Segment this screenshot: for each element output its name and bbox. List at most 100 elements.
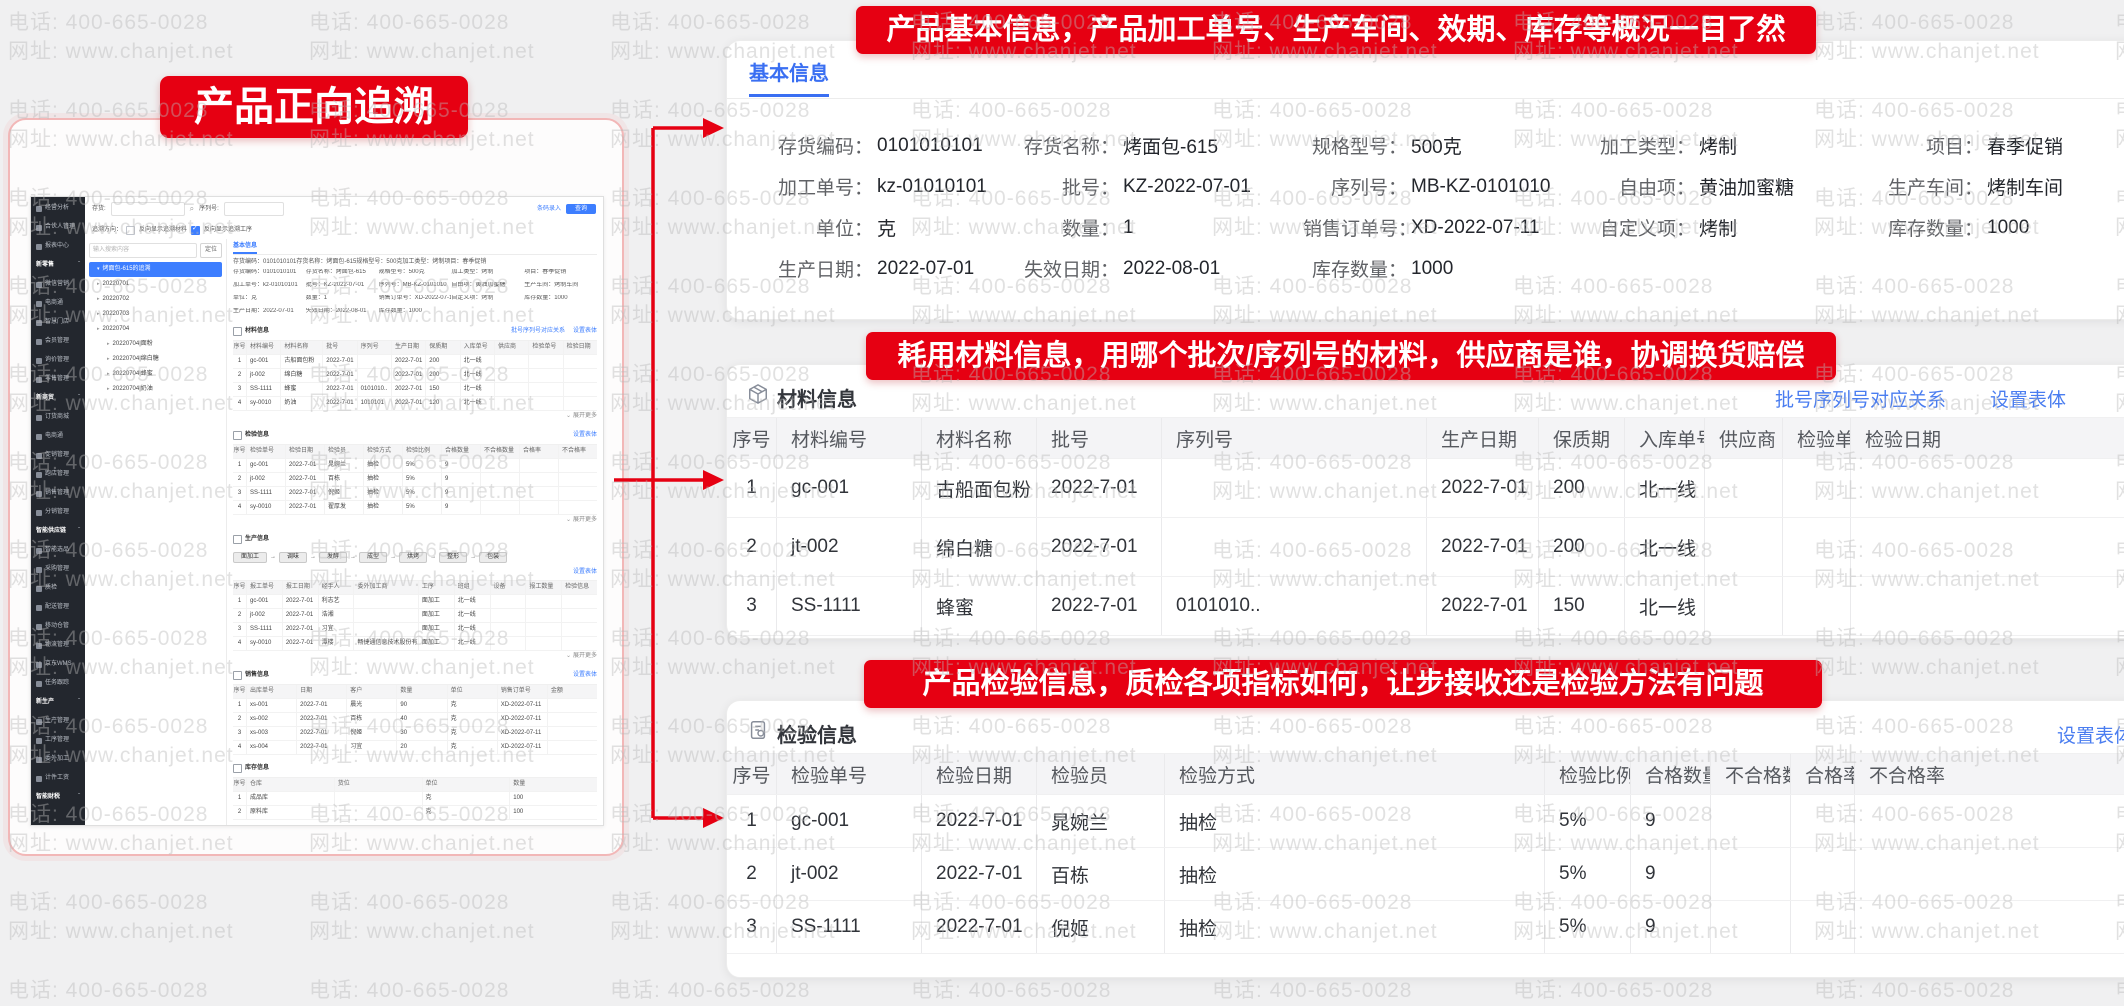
mini-sidebar-item[interactable]: 移动仓管 bbox=[31, 617, 85, 636]
mini-set-table-link[interactable]: 设置表体 bbox=[573, 328, 597, 335]
table-row[interactable]: 3 SS-1111 2022-7-01 倪姬 抽检 5% 9 bbox=[233, 486, 597, 501]
mini-expand-more-link[interactable]: 展开更多 bbox=[233, 515, 597, 526]
mini-barcode-link[interactable]: 条码录入 bbox=[537, 206, 561, 213]
mini-sidebar-item[interactable]: 计件工资 bbox=[31, 769, 85, 788]
mini-sidebar-item[interactable]: 销售管理 bbox=[31, 484, 85, 503]
mini-serial-input[interactable] bbox=[223, 202, 284, 216]
batch-serial-relation-link[interactable]: 批号序列号对应关系 bbox=[1775, 385, 1946, 412]
mini-sidebar-item[interactable]: 采购管理 bbox=[31, 560, 85, 579]
mini-tree-item[interactable]: 20220704 bbox=[89, 322, 222, 337]
mini-tree-item[interactable]: 20220704|奶油 bbox=[89, 382, 222, 397]
mini-sidebar-item[interactable]: 电商通 bbox=[31, 427, 85, 446]
table-row[interactable]: 2 jt-002 2022-7-01 浩湘 面加工 北一线 bbox=[233, 608, 597, 623]
table-row[interactable]: 2 jt-002 绵白糖 2022-7-01 2022-7-01 200 北一线 bbox=[233, 368, 597, 383]
table-row[interactable]: 3 SS-1111 2022-7-01 倪姬 抽检 5% 9 bbox=[727, 901, 2124, 954]
table-row[interactable]: 1 gc-001 古船面包粉 2022-7-01 2022-7-01 200 北… bbox=[727, 459, 2124, 518]
mini-tab-basic-info[interactable]: 基本信息 bbox=[233, 243, 258, 254]
table-row[interactable]: 2 xs-002 2022-7-01 百栋 40 克 XD-2022-07-11 bbox=[233, 712, 597, 727]
arrowhead-icon bbox=[703, 470, 724, 490]
mini-inspection-section: 检验信息 设置表体 序号 检验单号 检验日期 检验员 检验方式 检验比例 合格数量 不合格数量… bbox=[233, 429, 597, 526]
mini-sidebar-item[interactable]: 智能供应链 bbox=[31, 522, 85, 541]
mini-sidebar-item[interactable]: 新商贸 bbox=[31, 389, 85, 408]
mini-sidebar-item[interactable]: 合伙人管理 bbox=[31, 218, 85, 237]
set-table-link[interactable]: 设置表体 bbox=[2057, 721, 2124, 748]
mini-sidebar-item[interactable]: 配送管理 bbox=[31, 598, 85, 617]
mini-expand-more-link[interactable]: 展开更多 bbox=[233, 651, 597, 662]
mini-tree-item[interactable]: 20220704|蜂蜜 bbox=[89, 367, 222, 382]
mini-basic-field: 单位：克 bbox=[233, 294, 258, 301]
process-step-label: 发酵 bbox=[319, 552, 348, 564]
mini-set-table-link[interactable]: 设置表体 bbox=[573, 432, 597, 439]
table-row[interactable]: 2 原料库克 100 bbox=[233, 805, 597, 820]
mini-sidebar-item[interactable]: 电商通 bbox=[31, 294, 85, 313]
process-step-label: 调味 bbox=[279, 552, 308, 564]
mini-sidebar-item[interactable]: 经营分析 bbox=[31, 199, 85, 218]
mini-expand-more-link[interactable]: 展开更多 bbox=[233, 411, 597, 422]
mini-sidebar-item[interactable]: 物流管理 bbox=[31, 636, 85, 655]
mini-batch-serial-link[interactable]: 批号序列号对应关系 bbox=[511, 328, 565, 335]
table-row[interactable]: 3 SS-1111 蜂蜜 2022-7-01 0101010.. 2022-7-01 150… bbox=[233, 382, 597, 397]
cell-inspect-method: 抽检 bbox=[1165, 901, 1545, 953]
mini-tree-item[interactable]: 20220702 bbox=[89, 292, 222, 307]
column-header: 检验比例 bbox=[1545, 754, 1631, 794]
mini-sidebar-item[interactable]: 智慧门店 bbox=[31, 313, 85, 332]
table-row[interactable]: 2 jt-002 2022-7-01 百栋 抽检 5% 9 bbox=[727, 848, 2124, 901]
table-row[interactable]: 3 xs-003 2022-7-01 倪姬 30 克 XD-2022-07-11 bbox=[233, 726, 597, 741]
mini-sidebar-item[interactable]: 委外加工 bbox=[31, 750, 85, 769]
table-row[interactable]: 1 xs-001 2022-7-01 晨光 90 克 XD-2022-07-11 bbox=[233, 698, 597, 713]
mini-sidebar-item[interactable]: 智能选品 bbox=[31, 541, 85, 560]
table-row[interactable]: 3 SS-1111 蜂蜜 2022-7-01 0101010.. 2022-7-… bbox=[727, 577, 2124, 636]
mini-tree-item[interactable]: 20220701 bbox=[89, 277, 222, 292]
mini-stock-input[interactable] bbox=[110, 202, 185, 216]
mini-sidebar-item[interactable]: 工序管理 bbox=[31, 731, 85, 750]
mini-sidebar-item[interactable]: 报表中心 bbox=[31, 237, 85, 256]
mini-tree-item[interactable]: 烤面包-615的追溯 bbox=[89, 262, 222, 277]
table-row[interactable]: 1 gc-001 2022-7-01 晁婉兰 抽检 5% 9 bbox=[233, 458, 597, 473]
table-row[interactable]: 2 jt-002 绵白糖 2022-7-01 2022-7-01 200 北一线 bbox=[727, 518, 2124, 577]
mini-set-table-link[interactable]: 设置表体 bbox=[573, 672, 597, 679]
mini-sidebar-item[interactable]: 跑店管理 bbox=[31, 465, 85, 484]
mini-set-table-link[interactable]: 设置表体 bbox=[573, 569, 597, 576]
mini-sidebar-item[interactable]: 新零售 bbox=[31, 256, 85, 275]
mini-sidebar-item[interactable]: 零售管理 bbox=[31, 370, 85, 389]
mini-checkbox-material[interactable] bbox=[126, 225, 136, 235]
mini-tree-item[interactable]: 20220704|绵白糖 bbox=[89, 352, 222, 367]
mini-sidebar-item[interactable]: 质检 bbox=[31, 579, 85, 598]
mini-sidebar-item[interactable]: 分销管理 bbox=[31, 503, 85, 522]
mini-checkbox-process[interactable] bbox=[191, 225, 201, 235]
table-row[interactable]: 4 xs-004 2022-7-01 习宜 20 克 XD-2022-07-11 bbox=[233, 740, 597, 755]
mini-sidebar-item[interactable]: 询价管理 bbox=[31, 351, 85, 370]
cell-inspect-ratio: 5% bbox=[1545, 795, 1631, 847]
table-row[interactable]: 4 sy-0010 奶油 2022-7-01 1010101 2022-7-01 120 北一… bbox=[233, 396, 597, 411]
mini-tree-search-input[interactable]: 输入搜索内容 bbox=[89, 243, 197, 258]
menu-icon bbox=[36, 471, 42, 478]
set-table-link[interactable]: 设置表体 bbox=[1990, 385, 2066, 412]
mini-sidebar-item[interactable]: 任务跟踪 bbox=[31, 674, 85, 693]
mini-sidebar-item[interactable]: 订货商城 bbox=[31, 408, 85, 427]
mini-sidebar-item[interactable]: 生产管理 bbox=[31, 712, 85, 731]
mini-sidebar-item[interactable]: 新生产 bbox=[31, 693, 85, 712]
mini-sidebar-item[interactable]: 微信营销 bbox=[31, 275, 85, 294]
table-row[interactable]: 3 SS-1111 2022-7-01 习宜 面加工 北一线 bbox=[233, 622, 597, 637]
mini-sidebar-item[interactable]: 促销管理 bbox=[31, 446, 85, 465]
cell-prod-date: 2022-7-01 bbox=[1427, 577, 1539, 635]
table-row[interactable]: 4 sy-0010 2022-7-01 翟厚发 抽检 5% 9 bbox=[233, 500, 597, 515]
mini-tree-item[interactable]: 20220703 bbox=[89, 307, 222, 322]
table-row[interactable]: 1 成品库克 100 bbox=[233, 791, 597, 806]
mini-sidebar-item[interactable]: 智能财税 bbox=[31, 788, 85, 807]
table-row[interactable]: 2 jt-002 2022-7-01 百栋 抽检 5% 9 bbox=[233, 472, 597, 487]
table-row[interactable]: 1 gc-001 2022-7-01 利志艺 面加工 北一线 bbox=[233, 594, 597, 609]
table-row[interactable]: 4sy-00102022-7-01潭楼畅捷通信息技术股份有限公司面加工北一线 bbox=[233, 636, 597, 651]
mini-query-button[interactable]: 查询 bbox=[565, 203, 596, 215]
mini-basic-field: 自由项：黄油加蜜糖 bbox=[451, 281, 506, 288]
mini-sidebar-item[interactable]: 京东WMS bbox=[31, 655, 85, 674]
mini-sidebar-item[interactable]: 会员管理 bbox=[31, 332, 85, 351]
mini-tree-item[interactable]: 20220704|面粉 bbox=[89, 337, 222, 352]
column-header: 合格率 bbox=[1791, 754, 1855, 794]
table-row[interactable]: 1 gc-001 2022-7-01 晁婉兰 抽检 5% 9 bbox=[727, 795, 2124, 848]
mini-locate-button[interactable]: 定位 bbox=[199, 243, 222, 258]
table-row[interactable]: 1 gc-001 古船面包粉 2022-7-01 2022-7-01 200 北一线 bbox=[233, 354, 597, 369]
field-value: 烤制 bbox=[1699, 219, 1738, 240]
process-step-label: 整形 bbox=[439, 552, 468, 564]
tab-basic-info[interactable]: 基本信息 bbox=[749, 57, 829, 97]
